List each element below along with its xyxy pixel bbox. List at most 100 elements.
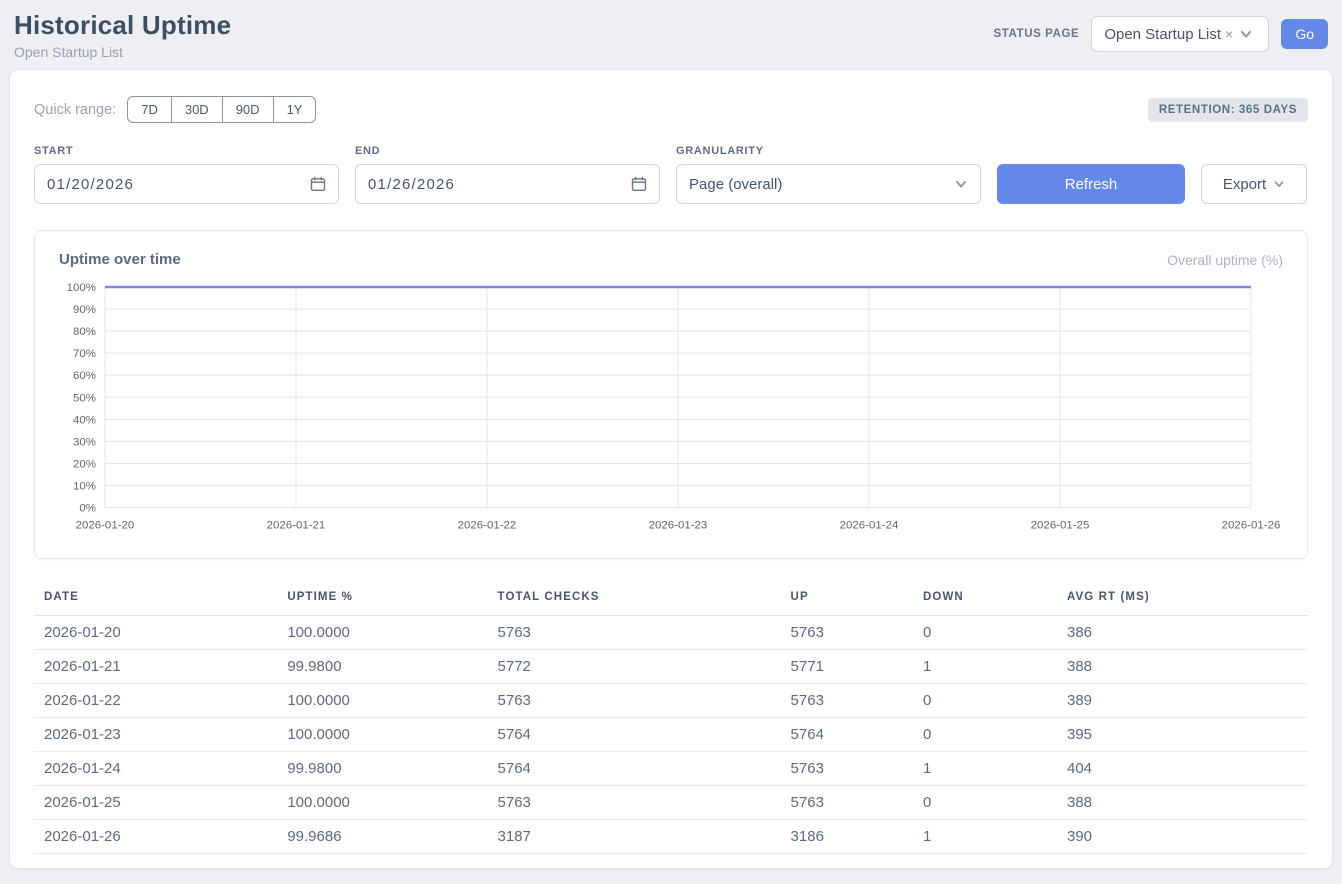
table-cell: 100.0000 (277, 785, 487, 819)
column-header: DOWN (913, 583, 1057, 616)
main-card: Quick range: 7D30D90D1Y RETENTION: 365 D… (10, 70, 1332, 868)
start-date-input[interactable]: 01/20/2026 (34, 164, 339, 204)
table-cell: 386 (1057, 615, 1308, 649)
table-cell: 5763 (488, 683, 781, 717)
quick-range-group: 7D30D90D1Y (127, 96, 316, 123)
quick-range-1y[interactable]: 1Y (273, 96, 317, 123)
table-row: 2026-01-2199.9800577257711388 (34, 649, 1308, 683)
table-cell: 404 (1057, 751, 1308, 785)
granularity-select[interactable]: Page (overall) (676, 164, 981, 204)
svg-text:100%: 100% (67, 282, 96, 294)
table-cell: 2026-01-25 (34, 785, 277, 819)
quick-range-row: Quick range: 7D30D90D1Y RETENTION: 365 D… (34, 96, 1308, 123)
status-page-label: STATUS PAGE (993, 28, 1079, 40)
table-row: 2026-01-20100.0000576357630386 (34, 615, 1308, 649)
svg-text:2026-01-23: 2026-01-23 (649, 520, 708, 532)
granularity-label: GRANULARITY (676, 145, 981, 157)
table-cell: 0 (913, 785, 1057, 819)
table-cell: 5763 (781, 683, 913, 717)
quick-range-label: Quick range: (34, 102, 116, 118)
table-cell: 5764 (781, 717, 913, 751)
chevron-down-icon (1239, 27, 1253, 41)
table-cell: 99.9800 (277, 649, 487, 683)
table-cell: 3187 (488, 819, 781, 853)
table-cell: 0 (913, 615, 1057, 649)
table-row: 2026-01-25100.0000576357630388 (34, 785, 1308, 819)
svg-text:10%: 10% (73, 481, 96, 493)
svg-text:90%: 90% (73, 304, 96, 316)
table-cell: 3186 (781, 819, 913, 853)
svg-text:80%: 80% (73, 326, 96, 338)
table-cell: 388 (1057, 649, 1308, 683)
table-cell: 2026-01-21 (34, 649, 277, 683)
column-header: AVG RT (MS) (1057, 583, 1308, 616)
table-cell: 5772 (488, 649, 781, 683)
table-cell: 5764 (488, 751, 781, 785)
table-cell: 5763 (781, 615, 913, 649)
uptime-chart-card: Uptime over time Overall uptime (%) 100%… (34, 230, 1308, 559)
table-cell: 2026-01-20 (34, 615, 277, 649)
table-cell: 5771 (781, 649, 913, 683)
chevron-down-icon (954, 177, 968, 191)
start-date-field: START 01/20/2026 (34, 145, 339, 204)
export-button-label: Export (1223, 176, 1266, 193)
table-cell: 5764 (488, 717, 781, 751)
status-page-select[interactable]: Open Startup List × (1091, 16, 1269, 52)
svg-text:2026-01-20: 2026-01-20 (76, 520, 135, 532)
chart-area: 100%90%80%70%60%50%40%30%20%10%0%2026-01… (59, 280, 1283, 542)
table-cell: 100.0000 (277, 683, 487, 717)
table-cell: 100.0000 (277, 717, 487, 751)
calendar-icon[interactable] (310, 176, 326, 192)
table-cell: 1 (913, 649, 1057, 683)
table-cell: 1 (913, 751, 1057, 785)
table-body: 2026-01-20100.00005763576303862026-01-21… (34, 615, 1308, 853)
svg-text:2026-01-25: 2026-01-25 (1031, 520, 1090, 532)
granularity-value: Page (overall) (689, 176, 782, 193)
table-cell: 395 (1057, 717, 1308, 751)
end-date-input[interactable]: 01/26/2026 (355, 164, 660, 204)
table-cell: 5763 (488, 615, 781, 649)
end-date-label: END (355, 145, 660, 157)
clear-selection-icon[interactable]: × (1225, 26, 1233, 42)
uptime-table: DATEUPTIME %TOTAL CHECKSUPDOWNAVG RT (MS… (34, 583, 1308, 854)
table-cell: 5763 (781, 785, 913, 819)
export-button[interactable]: Export (1201, 164, 1307, 204)
svg-text:20%: 20% (73, 458, 96, 470)
table-cell: 0 (913, 683, 1057, 717)
chevron-down-icon (1273, 178, 1285, 190)
chart-title: Uptime over time (59, 251, 181, 268)
table-cell: 390 (1057, 819, 1308, 853)
start-date-value: 01/20/2026 (47, 176, 134, 193)
svg-text:70%: 70% (73, 348, 96, 360)
table-row: 2026-01-2499.9800576457631404 (34, 751, 1308, 785)
svg-text:2026-01-21: 2026-01-21 (267, 520, 326, 532)
table-cell: 5763 (488, 785, 781, 819)
chart-header: Uptime over time Overall uptime (%) (59, 251, 1283, 268)
end-date-field: END 01/26/2026 (355, 145, 660, 204)
end-date-value: 01/26/2026 (368, 176, 455, 193)
filters-row: START 01/20/2026 END 01/26/2026 GRANULAR… (34, 145, 1308, 204)
table-cell: 389 (1057, 683, 1308, 717)
table-row: 2026-01-2699.9686318731861390 (34, 819, 1308, 853)
refresh-button[interactable]: Refresh (997, 164, 1185, 204)
table-header-row: DATEUPTIME %TOTAL CHECKSUPDOWNAVG RT (MS… (34, 583, 1308, 616)
uptime-chart-svg: 100%90%80%70%60%50%40%30%20%10%0%2026-01… (59, 280, 1283, 542)
page-subtitle: Open Startup List (14, 44, 231, 60)
retention-badge: RETENTION: 365 DAYS (1148, 98, 1308, 122)
svg-text:2026-01-22: 2026-01-22 (458, 520, 517, 532)
svg-text:40%: 40% (73, 414, 96, 426)
table-cell: 99.9686 (277, 819, 487, 853)
svg-text:2026-01-24: 2026-01-24 (840, 520, 899, 532)
page-title: Historical Uptime (14, 10, 231, 41)
calendar-icon[interactable] (631, 176, 647, 192)
table-cell: 100.0000 (277, 615, 487, 649)
svg-text:0%: 0% (79, 503, 96, 515)
table-cell: 388 (1057, 785, 1308, 819)
svg-text:60%: 60% (73, 370, 96, 382)
quick-range-7d[interactable]: 7D (127, 96, 172, 123)
quick-range-90d[interactable]: 90D (222, 96, 274, 123)
column-header: UP (781, 583, 913, 616)
go-button[interactable]: Go (1281, 19, 1328, 49)
table-cell: 2026-01-26 (34, 819, 277, 853)
quick-range-30d[interactable]: 30D (171, 96, 223, 123)
